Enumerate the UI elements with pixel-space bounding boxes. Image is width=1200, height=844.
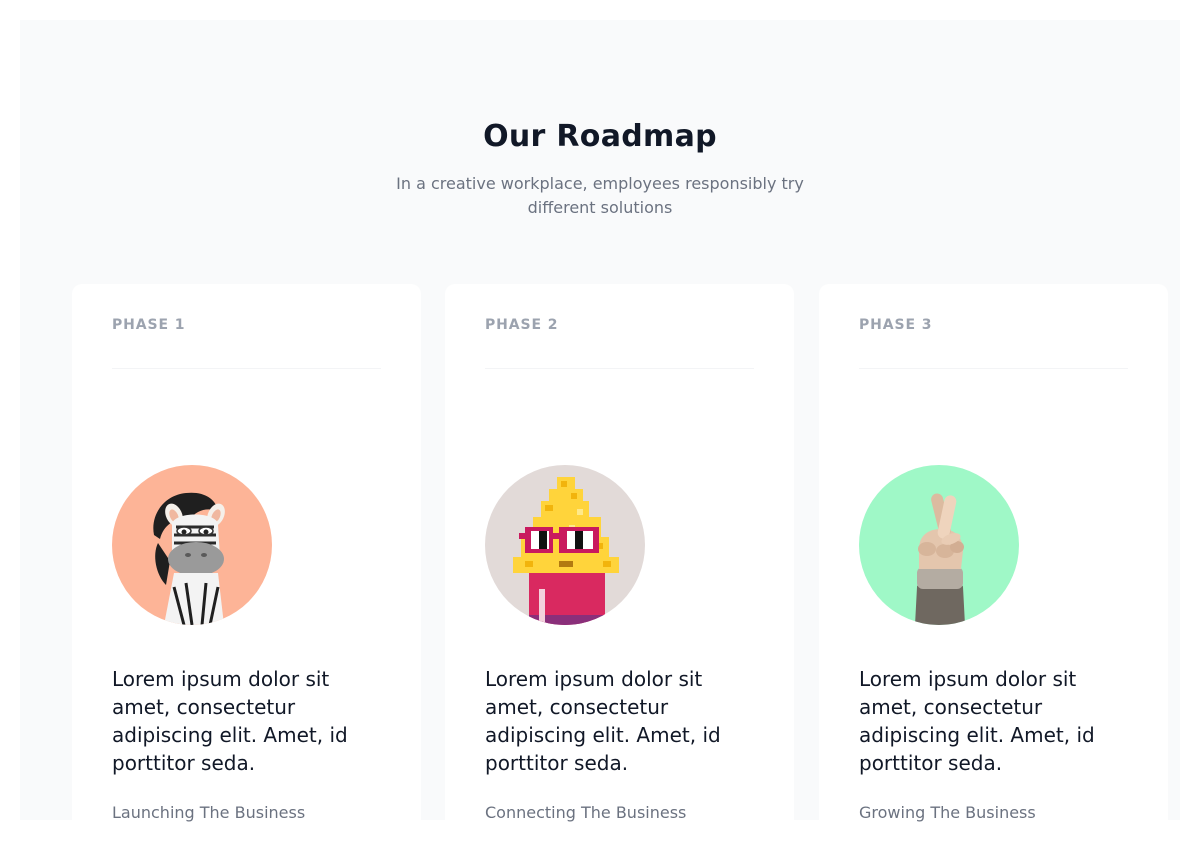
phase-label: PHASE 2 — [485, 317, 559, 333]
phase-card-2: PHASE 2 Lorem ipsum dolor sit amet, cons… — [445, 284, 794, 844]
card-divider — [112, 368, 381, 369]
phase-label: PHASE 1 — [112, 317, 186, 333]
phase-caption: Growing The Business — [859, 803, 1036, 822]
roadmap-section: Our Roadmap In a creative workplace, emp… — [20, 20, 1180, 844]
phase-caption: Launching The Business — [112, 803, 306, 822]
section-title: Our Roadmap — [483, 119, 717, 154]
pixel-character-avatar-icon — [485, 465, 645, 625]
phase-card-3: PHASE 3 Lorem ipsum dolor sit amet, cons… — [819, 284, 1168, 844]
card-divider — [485, 368, 754, 369]
phase-description: Lorem ipsum dolor sit amet, consectetur … — [485, 667, 721, 775]
crossed-fingers-avatar-icon — [859, 465, 1019, 625]
section-subtitle: In a creative workplace, employees respo… — [396, 174, 804, 217]
phase-description: Lorem ipsum dolor sit amet, consectetur … — [859, 667, 1095, 775]
phase-label: PHASE 3 — [859, 317, 933, 333]
phase-card-1: PHASE 1 Lorem ipsum dolor sit amet, cons… — [72, 284, 421, 844]
phase-caption: Connecting The Business — [485, 803, 687, 822]
phase-description: Lorem ipsum dolor sit amet, consectetur … — [112, 667, 348, 775]
card-divider — [859, 368, 1128, 369]
zebra-avatar-icon — [112, 465, 272, 625]
